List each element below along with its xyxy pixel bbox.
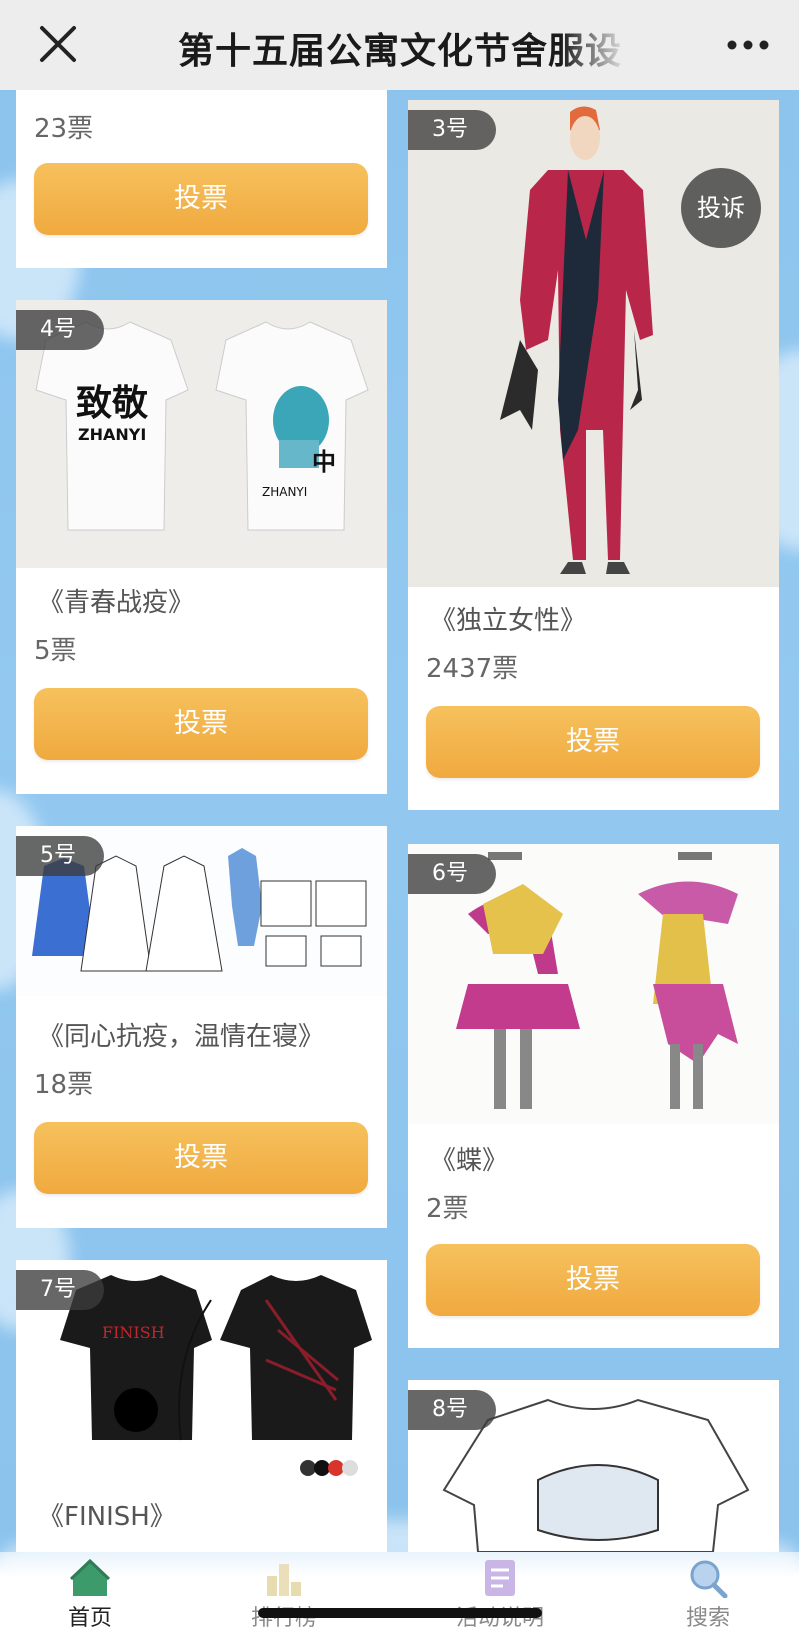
home-indicator[interactable] [258,1608,542,1618]
entry-title: 《FINISH》 [38,1502,176,1532]
entry-card-3[interactable]: 3号 投诉 《独立女性》 2437票 投票 [408,100,779,810]
shirt-print-text: FINISH [102,1323,165,1342]
entry-title: 《蝶》 [430,1146,509,1176]
entry-card-6[interactable]: 6号 《蝶》 2票 投票 [408,844,779,1348]
document-icon [485,1560,515,1596]
search-icon [690,1560,728,1598]
vote-button[interactable]: 投票 [426,1244,760,1316]
close-icon[interactable] [34,20,82,68]
entry-card-8[interactable]: 8号 [408,1380,779,1552]
entry-number-badge: 5号 [16,836,104,876]
entry-number-badge: 3号 [408,110,496,150]
bottom-tab-bar: 首页 排行榜 活动说明 搜索 [0,1552,799,1634]
entry-card-7[interactable]: FINISH 7号 《FINISH》 [16,1260,387,1552]
entry-card-5[interactable]: 5号 《同心抗疫，温情在寝》 18票 投票 [16,826,387,1228]
vote-count: 2票 [426,1194,469,1224]
tab-label: 首页 [67,1606,112,1631]
entry-title: 《同心抗疫，温情在寝》 [38,1022,325,1052]
ranking-icon [267,1564,301,1596]
entry-title: 《独立女性》 [430,606,587,636]
vote-button[interactable]: 投票 [34,163,368,235]
vote-count: 2437票 [426,654,519,684]
vote-button[interactable]: 投票 [34,688,368,760]
vote-count: 23票 [34,114,94,144]
tab-ranking[interactable]: 排行榜 [214,1558,354,1632]
page-title: 第十五届公寓文化节舍服设 [178,31,623,68]
svg-text:ZHANYI: ZHANYI [78,425,146,444]
tab-activity-info[interactable]: 活动说明 [430,1558,570,1632]
entry-number-badge: 8号 [408,1390,496,1430]
vote-button[interactable]: 投票 [426,706,760,778]
vote-count: 5票 [34,636,77,666]
tab-label: 搜索 [685,1606,730,1631]
svg-text:ZHANYI: ZHANYI [262,485,307,499]
complain-button[interactable]: 投诉 [681,168,761,248]
home-icon [69,1558,111,1596]
entry-number-badge: 7号 [16,1270,104,1310]
vote-button[interactable]: 投票 [34,1122,368,1194]
entry-title: 《青春战疫》 [38,588,195,618]
entry-card-2: 23票 投票 [16,90,387,268]
tab-search[interactable]: 搜索 [638,1558,778,1632]
vote-count: 18票 [34,1070,94,1100]
entry-card-4[interactable]: 致敬 ZHANYI 中 ZHANYI 4号 《青春战疫》 5票 投票 [16,300,387,794]
svg-text:中: 中 [312,447,336,476]
tab-home[interactable]: 首页 [20,1558,160,1632]
entry-number-badge: 6号 [408,854,496,894]
title-bar: 第十五届公寓文化节舍服设 [0,0,799,90]
more-icon[interactable] [723,30,773,60]
entry-number-badge: 4号 [16,310,104,350]
svg-text:致敬: 致敬 [76,382,149,424]
